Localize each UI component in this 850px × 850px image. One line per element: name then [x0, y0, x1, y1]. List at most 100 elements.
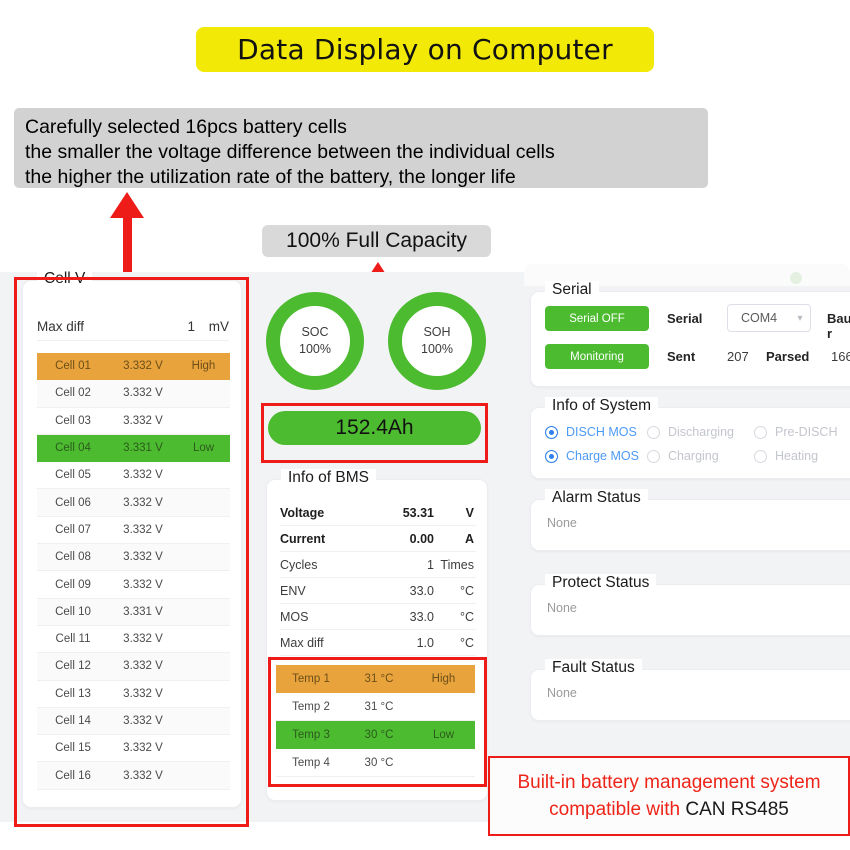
baud-rate-label: Baud r — [827, 311, 850, 341]
cell-tag — [177, 626, 230, 654]
bottom-note-line-1: Built-in battery management system — [517, 772, 821, 793]
cell-name: Cell 11 — [37, 626, 109, 654]
bms-info-unit: °C — [459, 635, 474, 650]
table-row[interactable]: Cell 02 3.332 V — [37, 380, 230, 408]
table-row[interactable]: Cell 13 3.332 V — [37, 681, 230, 708]
parsed-value: 166 — [831, 349, 850, 364]
table-row[interactable]: Temp 3 30 °C Low — [276, 721, 475, 749]
serial-legend: Serial — [545, 281, 599, 299]
cell-voltage: 3.331 V — [109, 434, 177, 463]
soc-gauge: SOC 100% — [266, 292, 364, 390]
cell-voltage: 3.331 V — [109, 598, 177, 626]
cell-name: Cell 10 — [37, 598, 109, 626]
cell-voltage-panel: Cell V Max diff 1 mV Cell 01 3.332 V High C… — [22, 270, 242, 808]
cell-tag — [177, 571, 230, 599]
cell-max-diff-label: Max diff — [37, 319, 85, 334]
bms-info-unit: °C — [459, 583, 474, 598]
system-radio-pre-disch[interactable]: Pre-DISCH — [753, 425, 850, 439]
screenshot-root: Data Display on Computer Carefully selec… — [0, 0, 850, 850]
full-capacity-text: 100% Full Capacity — [286, 229, 467, 252]
fault-status-legend: Fault Status — [545, 659, 642, 677]
cell-name: Cell 04 — [37, 434, 109, 463]
bms-info-value: 1 — [427, 557, 434, 572]
table-row[interactable]: Cell 05 3.332 V — [37, 462, 230, 490]
fault-status-value: None — [547, 686, 577, 700]
cell-name: Cell 07 — [37, 517, 109, 545]
cell-tag: Low — [177, 434, 230, 463]
fault-status-panel: Fault Status None — [530, 659, 850, 721]
monitoring-button[interactable]: Monitoring — [545, 344, 649, 369]
table-row[interactable]: Cell 07 3.332 V — [37, 517, 230, 545]
system-status-row: DISCH MOS Discharging Pre-DISCH — [545, 420, 850, 444]
serial-port-select[interactable]: COM4 ▾ — [727, 304, 811, 332]
temp-tag: High — [412, 665, 475, 693]
cell-max-diff-unit: mV — [208, 319, 229, 334]
cell-voltage: 3.332 V — [109, 681, 177, 708]
system-radio-label: Charging — [667, 449, 719, 463]
radio-icon — [545, 449, 558, 463]
cell-voltage-table: Cell 01 3.332 V High Cell 02 3.332 V Cell 03 3… — [37, 353, 230, 790]
table-row[interactable]: Temp 1 31 °C High — [276, 665, 475, 693]
cell-name: Cell 02 — [37, 380, 109, 408]
table-row[interactable]: Cell 03 3.332 V — [37, 408, 230, 435]
serial-port-label: Serial — [667, 311, 703, 326]
cell-max-diff-row: Max diff 1 mV — [37, 313, 229, 341]
serial-toggle-button[interactable]: Serial OFF — [545, 306, 649, 331]
bms-info-value: 0.00 — [409, 531, 434, 546]
temp-value: 31 °C — [346, 693, 412, 721]
table-row[interactable]: Temp 2 31 °C — [276, 693, 475, 721]
system-radio-label: DISCH MOS — [566, 425, 637, 439]
table-row[interactable]: Cell 06 3.332 V — [37, 489, 230, 517]
title-text: Data Display on Computer — [237, 33, 613, 66]
table-row[interactable]: Cell 15 3.332 V — [37, 735, 230, 763]
sent-value: 207 — [727, 349, 749, 364]
callout-line-1: Carefully selected 16pcs battery cells — [25, 116, 347, 138]
callout-box: Carefully selected 16pcs battery cells t… — [14, 108, 708, 188]
cell-name: Cell 15 — [37, 735, 109, 763]
table-row[interactable]: Cell 01 3.332 V High — [37, 353, 230, 381]
system-radio-charge-mos[interactable]: Charge MOS — [545, 449, 647, 463]
cell-max-diff-value: 1 — [187, 319, 195, 334]
system-radio-heating[interactable]: Heating — [753, 449, 850, 463]
table-row[interactable]: Cell 04 3.331 V Low — [37, 434, 230, 463]
radio-icon — [753, 425, 767, 439]
table-row[interactable]: Cell 08 3.332 V — [37, 544, 230, 572]
cell-tag — [177, 762, 230, 790]
cell-name: Cell 08 — [37, 544, 109, 572]
soh-value: 100% — [421, 342, 453, 356]
cell-name: Cell 12 — [37, 653, 109, 681]
cell-voltage: 3.332 V — [109, 489, 177, 517]
cell-voltage: 3.332 V — [109, 380, 177, 408]
alarm-status-panel: Alarm Status None — [530, 489, 850, 551]
temp-name: Temp 4 — [276, 749, 346, 777]
system-radio-label: Pre-DISCH — [774, 425, 838, 439]
table-row[interactable]: Cell 16 3.332 V — [37, 762, 230, 790]
table-row[interactable]: Cell 12 3.332 V — [37, 653, 230, 681]
temp-name: Temp 1 — [276, 665, 346, 693]
table-row[interactable]: Temp 4 30 °C — [276, 749, 475, 777]
bottom-note-line-2-black: CAN RS485 — [685, 799, 789, 820]
cell-tag — [177, 408, 230, 435]
cell-voltage: 3.332 V — [109, 571, 177, 599]
bms-info-value: 33.0 — [409, 609, 434, 624]
table-row[interactable]: Cell 11 3.332 V — [37, 626, 230, 654]
bms-info-row: Voltage 53.31 V — [280, 500, 476, 526]
system-radio-disch-mos[interactable]: DISCH MOS — [545, 425, 647, 439]
table-row[interactable]: Cell 14 3.332 V — [37, 707, 230, 736]
system-status-row: Charge MOS Charging Heating — [545, 444, 850, 468]
system-radio-discharging[interactable]: Discharging — [646, 425, 754, 439]
cell-name: Cell 03 — [37, 408, 109, 435]
temperature-table: Temp 1 31 °C High Temp 2 31 °C Temp 3 30 °C Low… — [276, 665, 475, 777]
temp-value: 30 °C — [346, 749, 412, 777]
sent-label: Sent — [667, 349, 696, 364]
protect-status-value: None — [547, 601, 577, 615]
cell-name: Cell 05 — [37, 462, 109, 490]
bms-info-key: MOS — [280, 609, 309, 624]
table-row[interactable]: Cell 09 3.332 V — [37, 571, 230, 599]
bms-info-key: Voltage — [280, 505, 325, 520]
table-row[interactable]: Cell 10 3.331 V — [37, 598, 230, 626]
soh-label: SOH — [423, 325, 451, 339]
system-radio-charging[interactable]: Charging — [646, 449, 754, 463]
title-banner: Data Display on Computer — [196, 27, 654, 72]
cell-voltage: 3.332 V — [109, 353, 177, 381]
